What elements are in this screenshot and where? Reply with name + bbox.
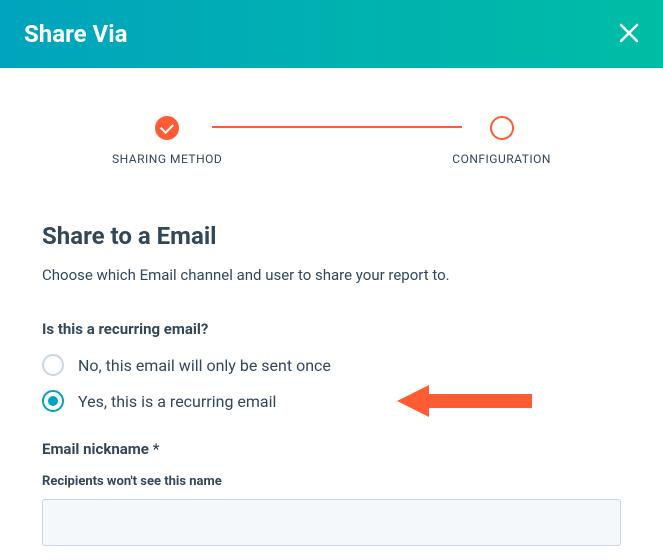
radio-label-no: No, this email will only be sent once: [78, 356, 331, 375]
step-sharing-method[interactable]: SHARING METHOD: [112, 116, 222, 166]
dialog-header: Share Via: [0, 0, 663, 68]
radio-option-yes[interactable]: Yes, this is a recurring email: [42, 390, 621, 412]
step-label: CONFIGURATION: [452, 152, 551, 166]
nickname-input[interactable]: [42, 499, 621, 546]
step-configuration[interactable]: CONFIGURATION: [452, 116, 551, 166]
radio-icon: [42, 354, 64, 376]
close-icon: [619, 18, 639, 49]
stepper-connector: [212, 126, 462, 128]
arrow-annotation-icon: [397, 381, 537, 425]
radio-icon-selected: [42, 390, 64, 412]
step-label: SHARING METHOD: [112, 152, 222, 166]
step-circle-completed-icon: [155, 116, 179, 140]
section-title: Share to a Email: [42, 222, 621, 250]
dialog-content: SHARING METHOD CONFIGURATION Share to a …: [0, 68, 663, 546]
stepper: SHARING METHOD CONFIGURATION: [42, 68, 621, 182]
section-description: Choose which Email channel and user to s…: [42, 266, 621, 284]
close-button[interactable]: [619, 20, 639, 48]
recurring-question-label: Is this a recurring email?: [42, 320, 621, 338]
nickname-hint: Recipients won't see this name: [42, 474, 621, 489]
radio-option-no[interactable]: No, this email will only be sent once: [42, 354, 621, 376]
radio-label-yes: Yes, this is a recurring email: [78, 392, 276, 411]
nickname-label: Email nickname *: [42, 440, 621, 458]
dialog-title: Share Via: [24, 20, 127, 48]
recurring-radio-group: No, this email will only be sent once Ye…: [42, 354, 621, 412]
step-circle-pending-icon: [490, 116, 514, 140]
